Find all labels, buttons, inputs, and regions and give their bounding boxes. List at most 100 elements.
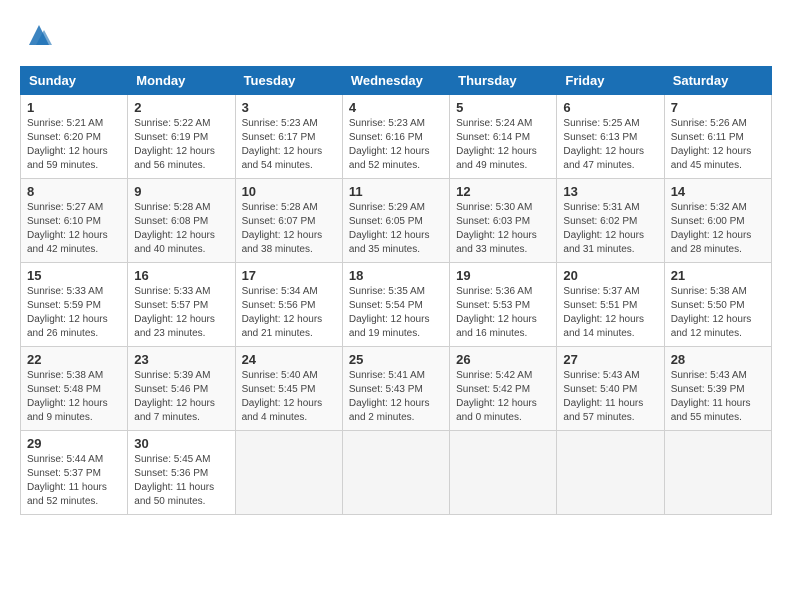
page-header	[20, 20, 772, 50]
day-number: 7	[671, 100, 765, 115]
day-number: 5	[456, 100, 550, 115]
calendar-day-cell: 23 Sunrise: 5:39 AMSunset: 5:46 PMDaylig…	[128, 347, 235, 431]
calendar-day-cell: 21 Sunrise: 5:38 AMSunset: 5:50 PMDaylig…	[664, 263, 771, 347]
day-number: 17	[242, 268, 336, 283]
day-number: 2	[134, 100, 228, 115]
calendar-day-cell: 8 Sunrise: 5:27 AMSunset: 6:10 PMDayligh…	[21, 179, 128, 263]
day-info: Sunrise: 5:24 AMSunset: 6:14 PMDaylight:…	[456, 118, 537, 171]
calendar-week-row: 1 Sunrise: 5:21 AMSunset: 6:20 PMDayligh…	[21, 95, 772, 179]
calendar-week-row: 15 Sunrise: 5:33 AMSunset: 5:59 PMDaylig…	[21, 263, 772, 347]
calendar-day-cell: 26 Sunrise: 5:42 AMSunset: 5:42 PMDaylig…	[450, 347, 557, 431]
day-info: Sunrise: 5:45 AMSunset: 5:36 PMDaylight:…	[134, 454, 214, 507]
calendar-header-saturday: Saturday	[664, 67, 771, 95]
day-info: Sunrise: 5:28 AMSunset: 6:08 PMDaylight:…	[134, 202, 215, 255]
day-info: Sunrise: 5:27 AMSunset: 6:10 PMDaylight:…	[27, 202, 108, 255]
calendar-day-cell: 15 Sunrise: 5:33 AMSunset: 5:59 PMDaylig…	[21, 263, 128, 347]
calendar-day-cell	[557, 431, 664, 515]
day-info: Sunrise: 5:35 AMSunset: 5:54 PMDaylight:…	[349, 286, 430, 339]
calendar-day-cell: 17 Sunrise: 5:34 AMSunset: 5:56 PMDaylig…	[235, 263, 342, 347]
day-number: 9	[134, 184, 228, 199]
day-info: Sunrise: 5:31 AMSunset: 6:02 PMDaylight:…	[563, 202, 644, 255]
day-number: 28	[671, 352, 765, 367]
calendar-header-row: SundayMondayTuesdayWednesdayThursdayFrid…	[21, 67, 772, 95]
calendar-day-cell: 30 Sunrise: 5:45 AMSunset: 5:36 PMDaylig…	[128, 431, 235, 515]
calendar-day-cell: 16 Sunrise: 5:33 AMSunset: 5:57 PMDaylig…	[128, 263, 235, 347]
calendar-week-row: 22 Sunrise: 5:38 AMSunset: 5:48 PMDaylig…	[21, 347, 772, 431]
calendar-day-cell: 29 Sunrise: 5:44 AMSunset: 5:37 PMDaylig…	[21, 431, 128, 515]
day-info: Sunrise: 5:25 AMSunset: 6:13 PMDaylight:…	[563, 118, 644, 171]
calendar-day-cell: 10 Sunrise: 5:28 AMSunset: 6:07 PMDaylig…	[235, 179, 342, 263]
calendar-week-row: 29 Sunrise: 5:44 AMSunset: 5:37 PMDaylig…	[21, 431, 772, 515]
calendar-week-row: 8 Sunrise: 5:27 AMSunset: 6:10 PMDayligh…	[21, 179, 772, 263]
calendar-day-cell: 24 Sunrise: 5:40 AMSunset: 5:45 PMDaylig…	[235, 347, 342, 431]
calendar-day-cell: 14 Sunrise: 5:32 AMSunset: 6:00 PMDaylig…	[664, 179, 771, 263]
day-number: 14	[671, 184, 765, 199]
calendar-day-cell: 6 Sunrise: 5:25 AMSunset: 6:13 PMDayligh…	[557, 95, 664, 179]
calendar-day-cell: 22 Sunrise: 5:38 AMSunset: 5:48 PMDaylig…	[21, 347, 128, 431]
day-number: 23	[134, 352, 228, 367]
day-number: 29	[27, 436, 121, 451]
calendar-day-cell: 4 Sunrise: 5:23 AMSunset: 6:16 PMDayligh…	[342, 95, 449, 179]
day-number: 10	[242, 184, 336, 199]
day-info: Sunrise: 5:22 AMSunset: 6:19 PMDaylight:…	[134, 118, 215, 171]
calendar-day-cell	[450, 431, 557, 515]
calendar-day-cell: 19 Sunrise: 5:36 AMSunset: 5:53 PMDaylig…	[450, 263, 557, 347]
day-info: Sunrise: 5:34 AMSunset: 5:56 PMDaylight:…	[242, 286, 323, 339]
day-info: Sunrise: 5:43 AMSunset: 5:39 PMDaylight:…	[671, 370, 751, 423]
day-info: Sunrise: 5:42 AMSunset: 5:42 PMDaylight:…	[456, 370, 537, 423]
day-info: Sunrise: 5:43 AMSunset: 5:40 PMDaylight:…	[563, 370, 643, 423]
day-number: 21	[671, 268, 765, 283]
day-number: 22	[27, 352, 121, 367]
calendar-day-cell: 9 Sunrise: 5:28 AMSunset: 6:08 PMDayligh…	[128, 179, 235, 263]
calendar-day-cell: 20 Sunrise: 5:37 AMSunset: 5:51 PMDaylig…	[557, 263, 664, 347]
day-number: 24	[242, 352, 336, 367]
day-info: Sunrise: 5:33 AMSunset: 5:57 PMDaylight:…	[134, 286, 215, 339]
day-info: Sunrise: 5:28 AMSunset: 6:07 PMDaylight:…	[242, 202, 323, 255]
calendar-day-cell	[342, 431, 449, 515]
calendar-day-cell: 27 Sunrise: 5:43 AMSunset: 5:40 PMDaylig…	[557, 347, 664, 431]
day-info: Sunrise: 5:32 AMSunset: 6:00 PMDaylight:…	[671, 202, 752, 255]
calendar-day-cell: 11 Sunrise: 5:29 AMSunset: 6:05 PMDaylig…	[342, 179, 449, 263]
day-number: 27	[563, 352, 657, 367]
day-number: 12	[456, 184, 550, 199]
day-info: Sunrise: 5:21 AMSunset: 6:20 PMDaylight:…	[27, 118, 108, 171]
calendar-day-cell: 3 Sunrise: 5:23 AMSunset: 6:17 PMDayligh…	[235, 95, 342, 179]
day-number: 26	[456, 352, 550, 367]
day-info: Sunrise: 5:39 AMSunset: 5:46 PMDaylight:…	[134, 370, 215, 423]
day-info: Sunrise: 5:30 AMSunset: 6:03 PMDaylight:…	[456, 202, 537, 255]
day-number: 19	[456, 268, 550, 283]
calendar-day-cell: 13 Sunrise: 5:31 AMSunset: 6:02 PMDaylig…	[557, 179, 664, 263]
calendar-day-cell: 28 Sunrise: 5:43 AMSunset: 5:39 PMDaylig…	[664, 347, 771, 431]
day-number: 3	[242, 100, 336, 115]
day-info: Sunrise: 5:44 AMSunset: 5:37 PMDaylight:…	[27, 454, 107, 507]
day-info: Sunrise: 5:23 AMSunset: 6:17 PMDaylight:…	[242, 118, 323, 171]
calendar-table: SundayMondayTuesdayWednesdayThursdayFrid…	[20, 66, 772, 515]
day-number: 11	[349, 184, 443, 199]
calendar-header-wednesday: Wednesday	[342, 67, 449, 95]
day-info: Sunrise: 5:37 AMSunset: 5:51 PMDaylight:…	[563, 286, 644, 339]
day-number: 1	[27, 100, 121, 115]
day-info: Sunrise: 5:38 AMSunset: 5:50 PMDaylight:…	[671, 286, 752, 339]
day-number: 13	[563, 184, 657, 199]
calendar-day-cell: 12 Sunrise: 5:30 AMSunset: 6:03 PMDaylig…	[450, 179, 557, 263]
calendar-header-friday: Friday	[557, 67, 664, 95]
day-info: Sunrise: 5:38 AMSunset: 5:48 PMDaylight:…	[27, 370, 108, 423]
calendar-header-thursday: Thursday	[450, 67, 557, 95]
day-info: Sunrise: 5:40 AMSunset: 5:45 PMDaylight:…	[242, 370, 323, 423]
day-info: Sunrise: 5:26 AMSunset: 6:11 PMDaylight:…	[671, 118, 752, 171]
calendar-day-cell: 25 Sunrise: 5:41 AMSunset: 5:43 PMDaylig…	[342, 347, 449, 431]
calendar-day-cell: 5 Sunrise: 5:24 AMSunset: 6:14 PMDayligh…	[450, 95, 557, 179]
day-number: 8	[27, 184, 121, 199]
day-info: Sunrise: 5:23 AMSunset: 6:16 PMDaylight:…	[349, 118, 430, 171]
day-info: Sunrise: 5:33 AMSunset: 5:59 PMDaylight:…	[27, 286, 108, 339]
calendar-header-sunday: Sunday	[21, 67, 128, 95]
calendar-day-cell: 7 Sunrise: 5:26 AMSunset: 6:11 PMDayligh…	[664, 95, 771, 179]
day-info: Sunrise: 5:29 AMSunset: 6:05 PMDaylight:…	[349, 202, 430, 255]
day-number: 15	[27, 268, 121, 283]
day-number: 20	[563, 268, 657, 283]
calendar-header-tuesday: Tuesday	[235, 67, 342, 95]
logo-icon	[24, 20, 54, 50]
day-info: Sunrise: 5:36 AMSunset: 5:53 PMDaylight:…	[456, 286, 537, 339]
calendar-day-cell: 2 Sunrise: 5:22 AMSunset: 6:19 PMDayligh…	[128, 95, 235, 179]
calendar-day-cell: 18 Sunrise: 5:35 AMSunset: 5:54 PMDaylig…	[342, 263, 449, 347]
